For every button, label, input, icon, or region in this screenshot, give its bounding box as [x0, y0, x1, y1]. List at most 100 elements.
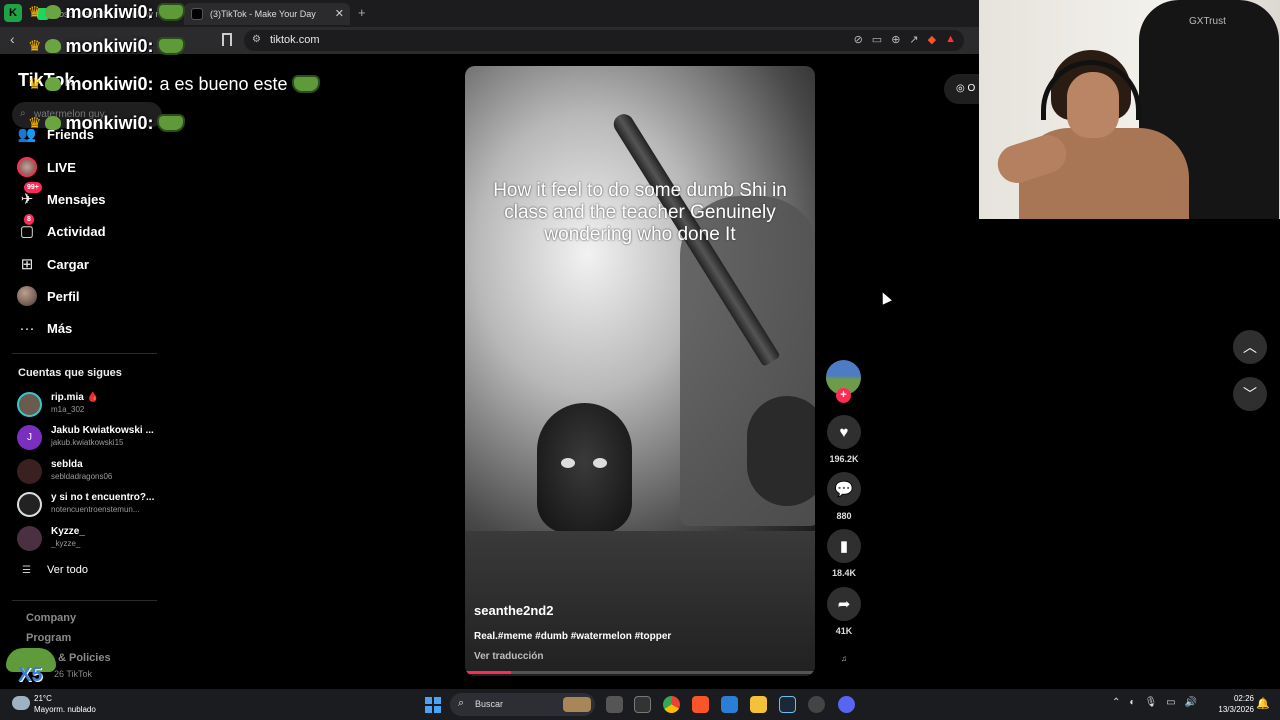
- footer-link-policies[interactable]: & Policies: [58, 652, 111, 664]
- like-button[interactable]: ♥ 196.2K: [826, 415, 862, 464]
- live-icon: [16, 156, 38, 178]
- following-item[interactable]: rip.mia 🩸 m1a_302: [17, 390, 162, 420]
- share-count: 41K: [835, 626, 853, 636]
- sidebar-item-upload[interactable]: ⊞ Cargar: [16, 252, 89, 276]
- follow-plus-icon[interactable]: +: [836, 388, 851, 403]
- brave-icon[interactable]: [692, 696, 709, 713]
- following-item[interactable]: Kyzze_ _kyzze_: [17, 524, 162, 554]
- tab-tiktok[interactable]: (3)TikTok - Make Your Day ✕: [184, 3, 350, 25]
- sidebar-item-label: Actividad: [47, 223, 106, 239]
- tab-label: (3)TikTok - Make Your Day: [210, 9, 316, 19]
- zoom-icon[interactable]: ⊕: [891, 33, 900, 46]
- taskbar-search-label: Buscar: [475, 699, 504, 709]
- following-name: rip.mia 🩸: [51, 392, 100, 403]
- weather-cloud-icon[interactable]: [12, 696, 30, 710]
- chevron-up-icon[interactable]: ⌃: [1112, 697, 1120, 708]
- translate-link[interactable]: Ver traducción: [474, 651, 543, 662]
- activity-badge: 8: [24, 214, 34, 225]
- chat-username: monkiwi0:: [65, 35, 154, 56]
- video-author[interactable]: seanthe2nd2: [474, 603, 553, 618]
- crown-icon: ♛: [28, 38, 42, 55]
- following-name: y si no t encuentro?...: [51, 492, 155, 503]
- bookmark-icon[interactable]: [222, 33, 232, 46]
- steam-icon[interactable]: [779, 696, 796, 713]
- file-explorer-icon[interactable]: [750, 696, 767, 713]
- crown-icon: ♛: [28, 4, 42, 21]
- address-bar[interactable]: ⚙ tiktok.com ⊘ ▭ ⊕ ↗ ◆ ▲: [244, 30, 964, 51]
- share-button[interactable]: ➦ 41K: [826, 587, 862, 636]
- tiktok-icon: [191, 8, 203, 20]
- sidebar-item-more[interactable]: ··· Más: [16, 316, 73, 340]
- footer-link-company[interactable]: Company: [26, 612, 76, 624]
- avatar: [17, 526, 42, 551]
- frog-badge-icon: [45, 5, 62, 19]
- video-player[interactable]: How it feel to do some dumb Shi in class…: [465, 66, 815, 676]
- discord-tray-icon[interactable]: ◐: [1129, 697, 1135, 708]
- frog-badge-icon: [45, 116, 62, 130]
- copyright: 26 TikTok: [54, 669, 93, 679]
- chevron-down-icon: ﹀: [1243, 386, 1257, 402]
- sidebar-item-label: Perfil: [47, 288, 80, 304]
- following-name: Jakub Kwiatkowski ...: [51, 425, 154, 436]
- see-all-link[interactable]: ☰ Ver todo: [22, 564, 88, 576]
- notification-icon[interactable]: 🔔: [1256, 697, 1270, 710]
- search-icon: ⌕: [458, 697, 465, 709]
- frog-badge-icon: [45, 39, 62, 53]
- following-item[interactable]: y si no t encuentro?... notencuentroenst…: [17, 490, 162, 520]
- discord-icon[interactable]: [838, 696, 855, 713]
- microphone-icon[interactable]: 🎙: [1144, 697, 1157, 708]
- cast-icon[interactable]: ▭: [872, 33, 882, 46]
- avatar: [17, 492, 42, 517]
- task-view-icon[interactable]: [606, 696, 623, 713]
- chat-message: ♛ monkiwi0:: [28, 34, 186, 58]
- obs-icon[interactable]: [808, 696, 825, 713]
- music-disc-icon[interactable]: ♫: [828, 650, 860, 668]
- see-all-label: Ver todo: [46, 564, 88, 576]
- video-caption: How it feel to do some dumb Shi in class…: [493, 180, 787, 245]
- chat-text: a es bueno este: [159, 73, 288, 94]
- messages-badge: 99+: [24, 182, 42, 193]
- partial-header-button[interactable]: ◎ O: [944, 74, 984, 104]
- network-icon[interactable]: ▭: [1166, 697, 1175, 708]
- previous-video-button[interactable]: ︿: [1233, 330, 1267, 364]
- next-video-button[interactable]: ﹀: [1233, 377, 1267, 411]
- windows-start-icon[interactable]: [425, 697, 441, 713]
- close-tab-icon[interactable]: ✕: [335, 3, 344, 25]
- following-username: _kyzze_: [51, 539, 81, 548]
- new-tab-button[interactable]: +: [358, 5, 366, 20]
- chat-message: ♛ monkiwi0:: [28, 0, 186, 24]
- save-button[interactable]: ▮ 18.4K: [826, 529, 862, 578]
- share-icon[interactable]: ↗: [909, 33, 918, 46]
- clock-time[interactable]: 02:26: [1214, 694, 1254, 703]
- video-progress-bar[interactable]: [465, 671, 815, 674]
- sidebar-item-messages[interactable]: ✈ 99+ Mensajes: [16, 182, 106, 211]
- kick-app-icon[interactable]: K: [4, 4, 22, 22]
- divider: [12, 353, 157, 354]
- taskbar-search[interactable]: ⌕ Buscar: [450, 693, 595, 716]
- volume-icon[interactable]: 🔊: [1185, 697, 1197, 708]
- site-settings-icon[interactable]: ⚙: [252, 34, 261, 45]
- following-item[interactable]: J Jakub Kwiatkowski ... jakub.kwiatkowsk…: [17, 423, 162, 453]
- search-highlight-image: [563, 697, 591, 712]
- comment-button[interactable]: 💬 880: [826, 472, 862, 521]
- following-item[interactable]: seblda sebldadragons06: [17, 457, 162, 487]
- store-icon[interactable]: [721, 696, 738, 713]
- following-name: seblda: [51, 459, 83, 470]
- epic-games-icon[interactable]: [634, 696, 651, 713]
- sidebar-item-activity[interactable]: ▢ 8 Actividad: [16, 214, 106, 243]
- back-arrow-icon[interactable]: ‹: [10, 31, 15, 47]
- sidebar-item-live[interactable]: LIVE: [16, 155, 76, 179]
- sidebar-item-label: Cargar: [47, 256, 89, 272]
- footer-link-program[interactable]: Program: [26, 632, 71, 644]
- tiktok-sidebar: TikTok ⌕ watermelon guy 👥 Friends LIVE ✈…: [0, 54, 165, 690]
- pepe-overlay-icon: X5: [6, 648, 56, 688]
- brave-shield-icon[interactable]: ◆: [928, 33, 936, 46]
- mouse-cursor-icon: [878, 290, 892, 305]
- bookmark-icon: ▮: [827, 529, 861, 563]
- chair-brand: GXTrust: [1189, 16, 1226, 27]
- sidebar-item-profile[interactable]: Perfil: [16, 284, 80, 308]
- clock-date[interactable]: 13/3/2026: [1204, 705, 1254, 714]
- no-translate-icon[interactable]: ⊘: [854, 33, 863, 46]
- brave-rewards-icon[interactable]: ▲: [945, 33, 956, 46]
- chrome-icon[interactable]: [663, 696, 680, 713]
